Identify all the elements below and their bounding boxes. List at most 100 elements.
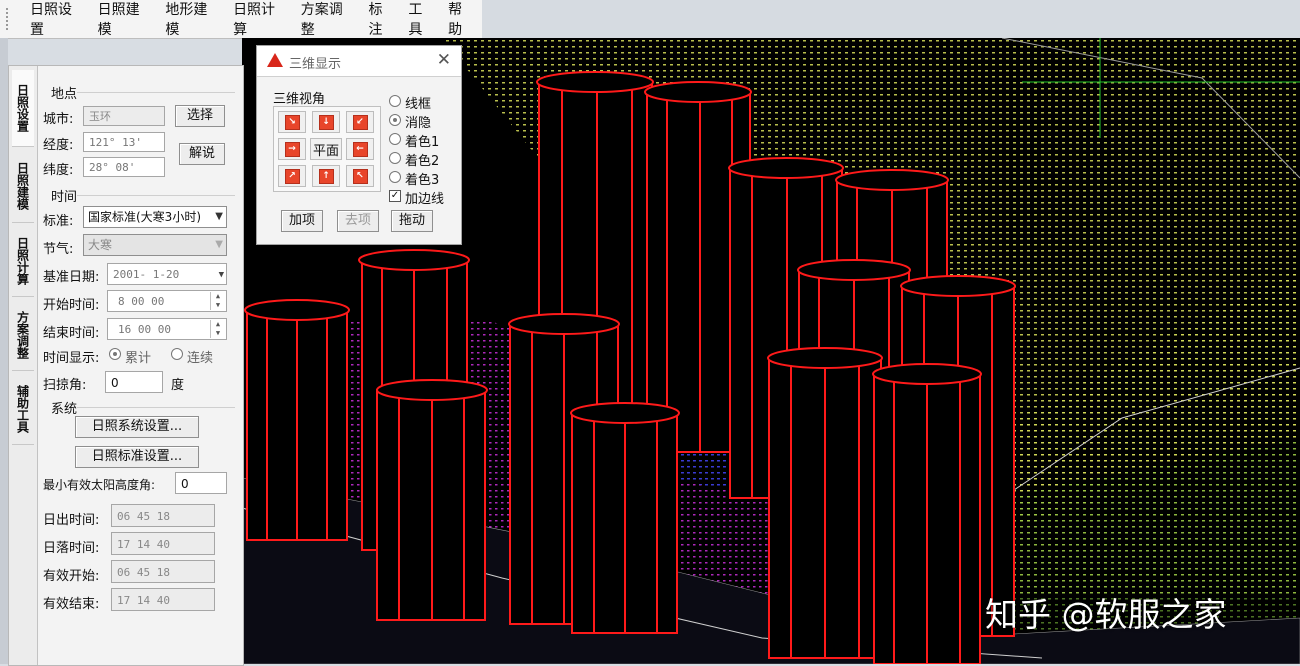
sun-system-settings-button[interactable]: 日照系统设置... <box>75 416 199 438</box>
end-time-field[interactable]: 16 00 00 ▲ ▼ <box>107 318 227 340</box>
chevron-down-icon: ▼ <box>213 207 223 227</box>
arrow-left-icon: ← <box>352 141 368 157</box>
tab-sun-calc[interactable]: 日照计算 <box>12 226 34 297</box>
view-e-button[interactable]: ← <box>346 138 374 160</box>
top-strip <box>482 0 1300 39</box>
tab-sun-modeling[interactable]: 日照建模 <box>12 150 34 223</box>
chevron-down-icon: ▼ <box>215 239 223 250</box>
vertical-tab-strip: 日照设置 日照建模 日照计算 方案调整 辅助工具 <box>9 66 38 665</box>
style-shade-1-label: 着色1 <box>405 135 440 150</box>
menu-bar: 日照设置 日照建模 地形建模 日照计算 方案调整 标注 工具 帮助 <box>0 0 483 39</box>
sunrise-field: 06 45 18 <box>111 504 215 527</box>
select-city-button[interactable]: 选择 <box>175 105 225 127</box>
style-shade-3-label: 着色3 <box>405 173 440 188</box>
menu-item-tools[interactable]: 工具 <box>402 0 442 39</box>
view-ne-button[interactable]: ↙ <box>346 111 374 133</box>
start-time-value: 8 00 00 <box>118 295 165 308</box>
section-divider <box>77 92 235 93</box>
style-wireframe-label: 线框 <box>405 97 432 112</box>
spin-arrows-icon[interactable]: ▲ ▼ <box>210 292 225 310</box>
add-item-button[interactable]: 加项 <box>281 210 323 232</box>
edge-line-checkbox[interactable]: ✓ <box>389 190 401 202</box>
remove-item-button[interactable]: 去项 <box>337 210 379 232</box>
menu-item-sun-calc[interactable]: 日照计算 <box>227 0 295 39</box>
menu-item-terrain-modeling[interactable]: 地形建模 <box>159 0 227 39</box>
latitude-field[interactable]: 28° 08' <box>83 157 165 177</box>
section-time: 时间 <box>51 190 78 205</box>
view-n-button[interactable]: ↓ <box>312 111 340 133</box>
edge-line-label: 加边线 <box>405 192 445 207</box>
radio-cumulative[interactable] <box>109 348 121 360</box>
close-icon[interactable]: ✕ <box>437 50 451 70</box>
min-sun-angle-label: 最小有效太阳高度角: <box>43 478 156 492</box>
end-time-label: 结束时间: <box>43 326 100 341</box>
dialog-titlebar[interactable]: 三维显示 ✕ <box>257 46 461 77</box>
menu-item-help[interactable]: 帮助 <box>442 0 482 39</box>
end-time-value: 16 00 00 <box>118 323 171 336</box>
view-nw-button[interactable]: ↘ <box>278 111 306 133</box>
solar-term-select: 大寒 ▼ <box>83 234 227 256</box>
start-time-field[interactable]: 8 00 00 ▲ ▼ <box>107 290 227 312</box>
menu-item-sun-modeling[interactable]: 日照建模 <box>92 0 160 39</box>
app-logo-icon <box>267 53 283 67</box>
plan-view-button[interactable]: 平面 <box>310 138 342 160</box>
view-s-button[interactable]: ↑ <box>312 165 340 187</box>
style-shade-2-label: 着色2 <box>405 154 440 169</box>
radio-shade-2[interactable] <box>389 152 401 164</box>
base-date-value: 2001- 1-20 <box>113 268 180 281</box>
effective-end-field: 17 14 40 <box>111 588 215 611</box>
latitude-label: 纬度: <box>43 163 74 178</box>
radio-hidden[interactable] <box>389 114 401 126</box>
standard-select[interactable]: 国家标准(大寒3小时) ▼ <box>83 206 227 228</box>
menu-item-sun-settings[interactable]: 日照设置 <box>24 0 92 39</box>
menu-item-scheme-adjust[interactable]: 方案调整 <box>295 0 363 39</box>
view-w-button[interactable]: → <box>278 138 306 160</box>
building-10 <box>376 379 488 621</box>
spin-arrows-icon[interactable]: ▲ ▼ <box>210 320 225 338</box>
section-location: 地点 <box>51 87 78 102</box>
sunset-field: 17 14 40 <box>111 532 215 555</box>
arrow-up-icon: ↑ <box>318 168 334 184</box>
toolbar-grip[interactable] <box>6 8 18 30</box>
radio-cumulative-label: 累计 <box>125 351 152 366</box>
city-label: 城市: <box>43 112 74 127</box>
section-divider <box>77 195 235 196</box>
base-date-label: 基准日期: <box>43 270 100 285</box>
effective-start-field: 06 45 18 <box>111 560 215 583</box>
section-system: 系统 <box>51 402 78 417</box>
tab-sun-settings[interactable]: 日照设置 <box>12 70 34 147</box>
city-field[interactable]: 玉环 <box>83 106 165 126</box>
calendar-dropdown-icon[interactable]: ▼ <box>219 264 224 286</box>
view-sw-button[interactable]: ↗ <box>278 165 306 187</box>
longitude-field[interactable]: 121° 13' <box>83 132 165 152</box>
drag-button[interactable]: 拖动 <box>391 210 433 232</box>
lookup-button[interactable]: 解说 <box>179 143 225 165</box>
sunrise-label: 日出时间: <box>43 513 100 528</box>
longitude-label: 经度: <box>43 138 74 153</box>
radio-continuous-label: 连续 <box>187 351 214 366</box>
tab-aux-tools[interactable]: 辅助工具 <box>12 374 34 445</box>
radio-shade-3[interactable] <box>389 171 401 183</box>
arrow-up-left-icon: ↖ <box>352 168 368 184</box>
arrow-right-icon: → <box>284 141 300 157</box>
view-se-button[interactable]: ↖ <box>346 165 374 187</box>
section-divider <box>77 407 235 408</box>
min-sun-angle-field[interactable]: 0 <box>175 472 227 494</box>
left-edge <box>0 38 8 664</box>
menu-item-annotate[interactable]: 标注 <box>362 0 402 39</box>
3d-display-dialog: 三维显示 ✕ 三维视角 ↘ ↓ ↙ → 平面 ← ↗ ↑ ↖ 线框 消隐 着色1… <box>256 45 462 245</box>
effective-start-label: 有效开始: <box>43 569 100 584</box>
radio-continuous[interactable] <box>171 348 183 360</box>
radio-wireframe[interactable] <box>389 95 401 107</box>
arrow-down-right-icon: ↘ <box>284 114 300 130</box>
scan-angle-field[interactable]: 0 <box>105 371 163 393</box>
view-angle-group-label: 三维视角 <box>273 92 326 107</box>
arrow-down-left-icon: ↙ <box>352 114 368 130</box>
building-12 <box>767 347 883 659</box>
base-date-field[interactable]: 2001- 1-20 ▼ <box>107 263 227 285</box>
sun-standard-settings-button[interactable]: 日照标准设置... <box>75 446 199 468</box>
sun-settings-panel: 日照设置 日照建模 日照计算 方案调整 辅助工具 地点 城市: 玉环 选择 经度… <box>8 65 244 666</box>
radio-shade-1[interactable] <box>389 133 401 145</box>
tab-scheme-adjust[interactable]: 方案调整 <box>12 300 34 371</box>
start-time-label: 开始时间: <box>43 298 100 313</box>
